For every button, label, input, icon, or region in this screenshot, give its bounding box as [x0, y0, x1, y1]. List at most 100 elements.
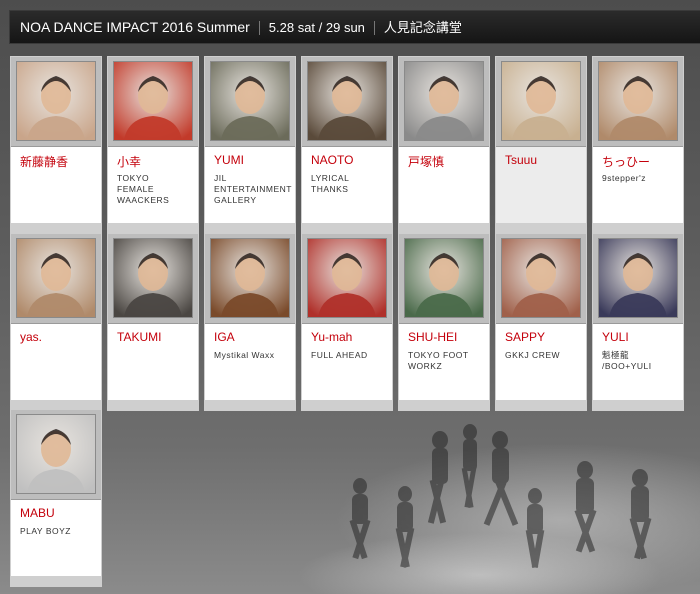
photo-frame [108, 57, 198, 147]
card-bottom-strip [205, 223, 295, 233]
photo-frame [593, 234, 683, 324]
dancer-card[interactable]: 小幸 TOKYO FEMALE WAACKERS [107, 56, 199, 234]
card-body: 戸塚慎 [399, 147, 489, 223]
dancer-name[interactable]: MABU [20, 506, 55, 520]
photo-frame [11, 234, 101, 324]
card-bottom-strip [593, 223, 683, 233]
dancer-team: GKKJ CREW [505, 350, 561, 360]
dancer-card[interactable]: YULI 魁極龍 /BOO+YULI [592, 233, 684, 411]
dancer-name[interactable]: SHU-HEI [408, 330, 457, 344]
card-bottom-strip [108, 400, 198, 410]
dancer-team: 9stepper'z [602, 173, 646, 183]
card-bottom-strip [108, 223, 198, 233]
card-body: YULI 魁極龍 /BOO+YULI [593, 324, 683, 400]
photo-frame [205, 234, 295, 324]
dancer-card[interactable]: ちっひー 9stepper'z [592, 56, 684, 234]
dancer-card[interactable]: Yu-mah FULL AHEAD [301, 233, 393, 411]
photo-frame [593, 57, 683, 147]
dancer-photo [502, 239, 580, 317]
photo-frame [399, 57, 489, 147]
dancer-name[interactable]: 小幸 [117, 153, 141, 170]
dancer-card[interactable]: YUMI JIL ENTERTAINMENT GALLERY [204, 56, 296, 234]
dancer-card[interactable]: 新藤静香 [10, 56, 102, 234]
header-divider [258, 21, 260, 36]
dancer-card[interactable]: SAPPY GKKJ CREW [495, 233, 587, 411]
dancer-team: LYRICAL THANKS [311, 173, 350, 194]
dancer-name[interactable]: Tsuuu [505, 153, 537, 167]
photo-frame [11, 410, 101, 500]
card-bottom-strip [11, 223, 101, 233]
photo-frame [496, 234, 586, 324]
photo-frame [11, 57, 101, 147]
dancer-name[interactable]: IGA [214, 330, 235, 344]
header-divider [373, 21, 375, 36]
card-bottom-strip [302, 223, 392, 233]
card-body: 小幸 TOKYO FEMALE WAACKERS [108, 147, 198, 223]
dancer-team: Mystikal Waxx [214, 350, 275, 360]
card-body: yas. [11, 324, 101, 400]
card-body: YUMI JIL ENTERTAINMENT GALLERY [205, 147, 295, 223]
card-body: ちっひー 9stepper'z [593, 147, 683, 223]
photo-frame [302, 234, 392, 324]
dancer-photo [308, 239, 386, 317]
card-bottom-strip [205, 400, 295, 410]
dancer-name[interactable]: NAOTO [311, 153, 353, 167]
photo-frame [496, 57, 586, 147]
dancer-photo [502, 62, 580, 140]
dancer-name[interactable]: 戸塚慎 [408, 153, 444, 170]
dancer-photo [17, 239, 95, 317]
dancer-card[interactable]: yas. [10, 233, 102, 411]
card-body: SAPPY GKKJ CREW [496, 324, 586, 400]
card-bottom-strip [399, 223, 489, 233]
dancer-name[interactable]: SAPPY [505, 330, 545, 344]
dancer-photo [308, 62, 386, 140]
dancer-name[interactable]: 新藤静香 [20, 153, 68, 170]
dancer-photo [599, 239, 677, 317]
event-title: NOA DANCE IMPACT 2016 Summer [20, 19, 250, 35]
card-body: MABU PLAY BOYZ [11, 500, 101, 576]
dancer-card[interactable]: MABU PLAY BOYZ [10, 409, 102, 587]
dancer-card[interactable]: IGA Mystikal Waxx [204, 233, 296, 411]
dancer-team: TOKYO FEMALE WAACKERS [117, 173, 170, 205]
event-venue: 人見記念講堂 [383, 20, 462, 35]
dancer-team: 魁極龍 /BOO+YULI [602, 350, 652, 371]
dancer-card[interactable]: SHU-HEI TOKYO FOOT WORKZ [398, 233, 490, 411]
card-bottom-strip [496, 400, 586, 410]
dancer-card[interactable]: Tsuuu [495, 56, 587, 234]
dancer-team: TOKYO FOOT WORKZ [408, 350, 469, 371]
photo-frame [302, 57, 392, 147]
card-bottom-strip [302, 400, 392, 410]
dancer-name[interactable]: YULI [602, 330, 629, 344]
photo-frame [399, 234, 489, 324]
dancer-team: FULL AHEAD [311, 350, 368, 360]
dancer-photo [405, 62, 483, 140]
dancer-photo [114, 239, 192, 317]
card-body: Yu-mah FULL AHEAD [302, 324, 392, 400]
dancer-photo [114, 62, 192, 140]
dancer-photo [17, 415, 95, 493]
event-header-bar: NOA DANCE IMPACT 2016 Summer 5.28 sat / 2… [9, 10, 700, 44]
photo-frame [205, 57, 295, 147]
dancer-card[interactable]: NAOTO LYRICAL THANKS [301, 56, 393, 234]
card-bottom-strip [593, 400, 683, 410]
photo-frame [108, 234, 198, 324]
card-bottom-strip [496, 223, 586, 233]
dancer-photo [211, 62, 289, 140]
dancer-name[interactable]: ちっひー [602, 153, 650, 170]
card-body: NAOTO LYRICAL THANKS [302, 147, 392, 223]
dancer-photo [17, 62, 95, 140]
card-bottom-strip [399, 400, 489, 410]
dancer-name[interactable]: Yu-mah [311, 330, 352, 344]
card-body: TAKUMI [108, 324, 198, 400]
dancer-card[interactable]: TAKUMI [107, 233, 199, 411]
card-body: IGA Mystikal Waxx [205, 324, 295, 400]
dancer-name[interactable]: YUMI [214, 153, 244, 167]
event-dates: 5.28 sat / 29 sun [268, 20, 365, 35]
dancer-team: JIL ENTERTAINMENT GALLERY [214, 173, 292, 205]
dancer-card[interactable]: 戸塚慎 [398, 56, 490, 234]
dancer-name[interactable]: yas. [20, 330, 42, 344]
dancer-photo [211, 239, 289, 317]
card-body: 新藤静香 [11, 147, 101, 223]
dancer-name[interactable]: TAKUMI [117, 330, 161, 344]
dancer-photo [599, 62, 677, 140]
